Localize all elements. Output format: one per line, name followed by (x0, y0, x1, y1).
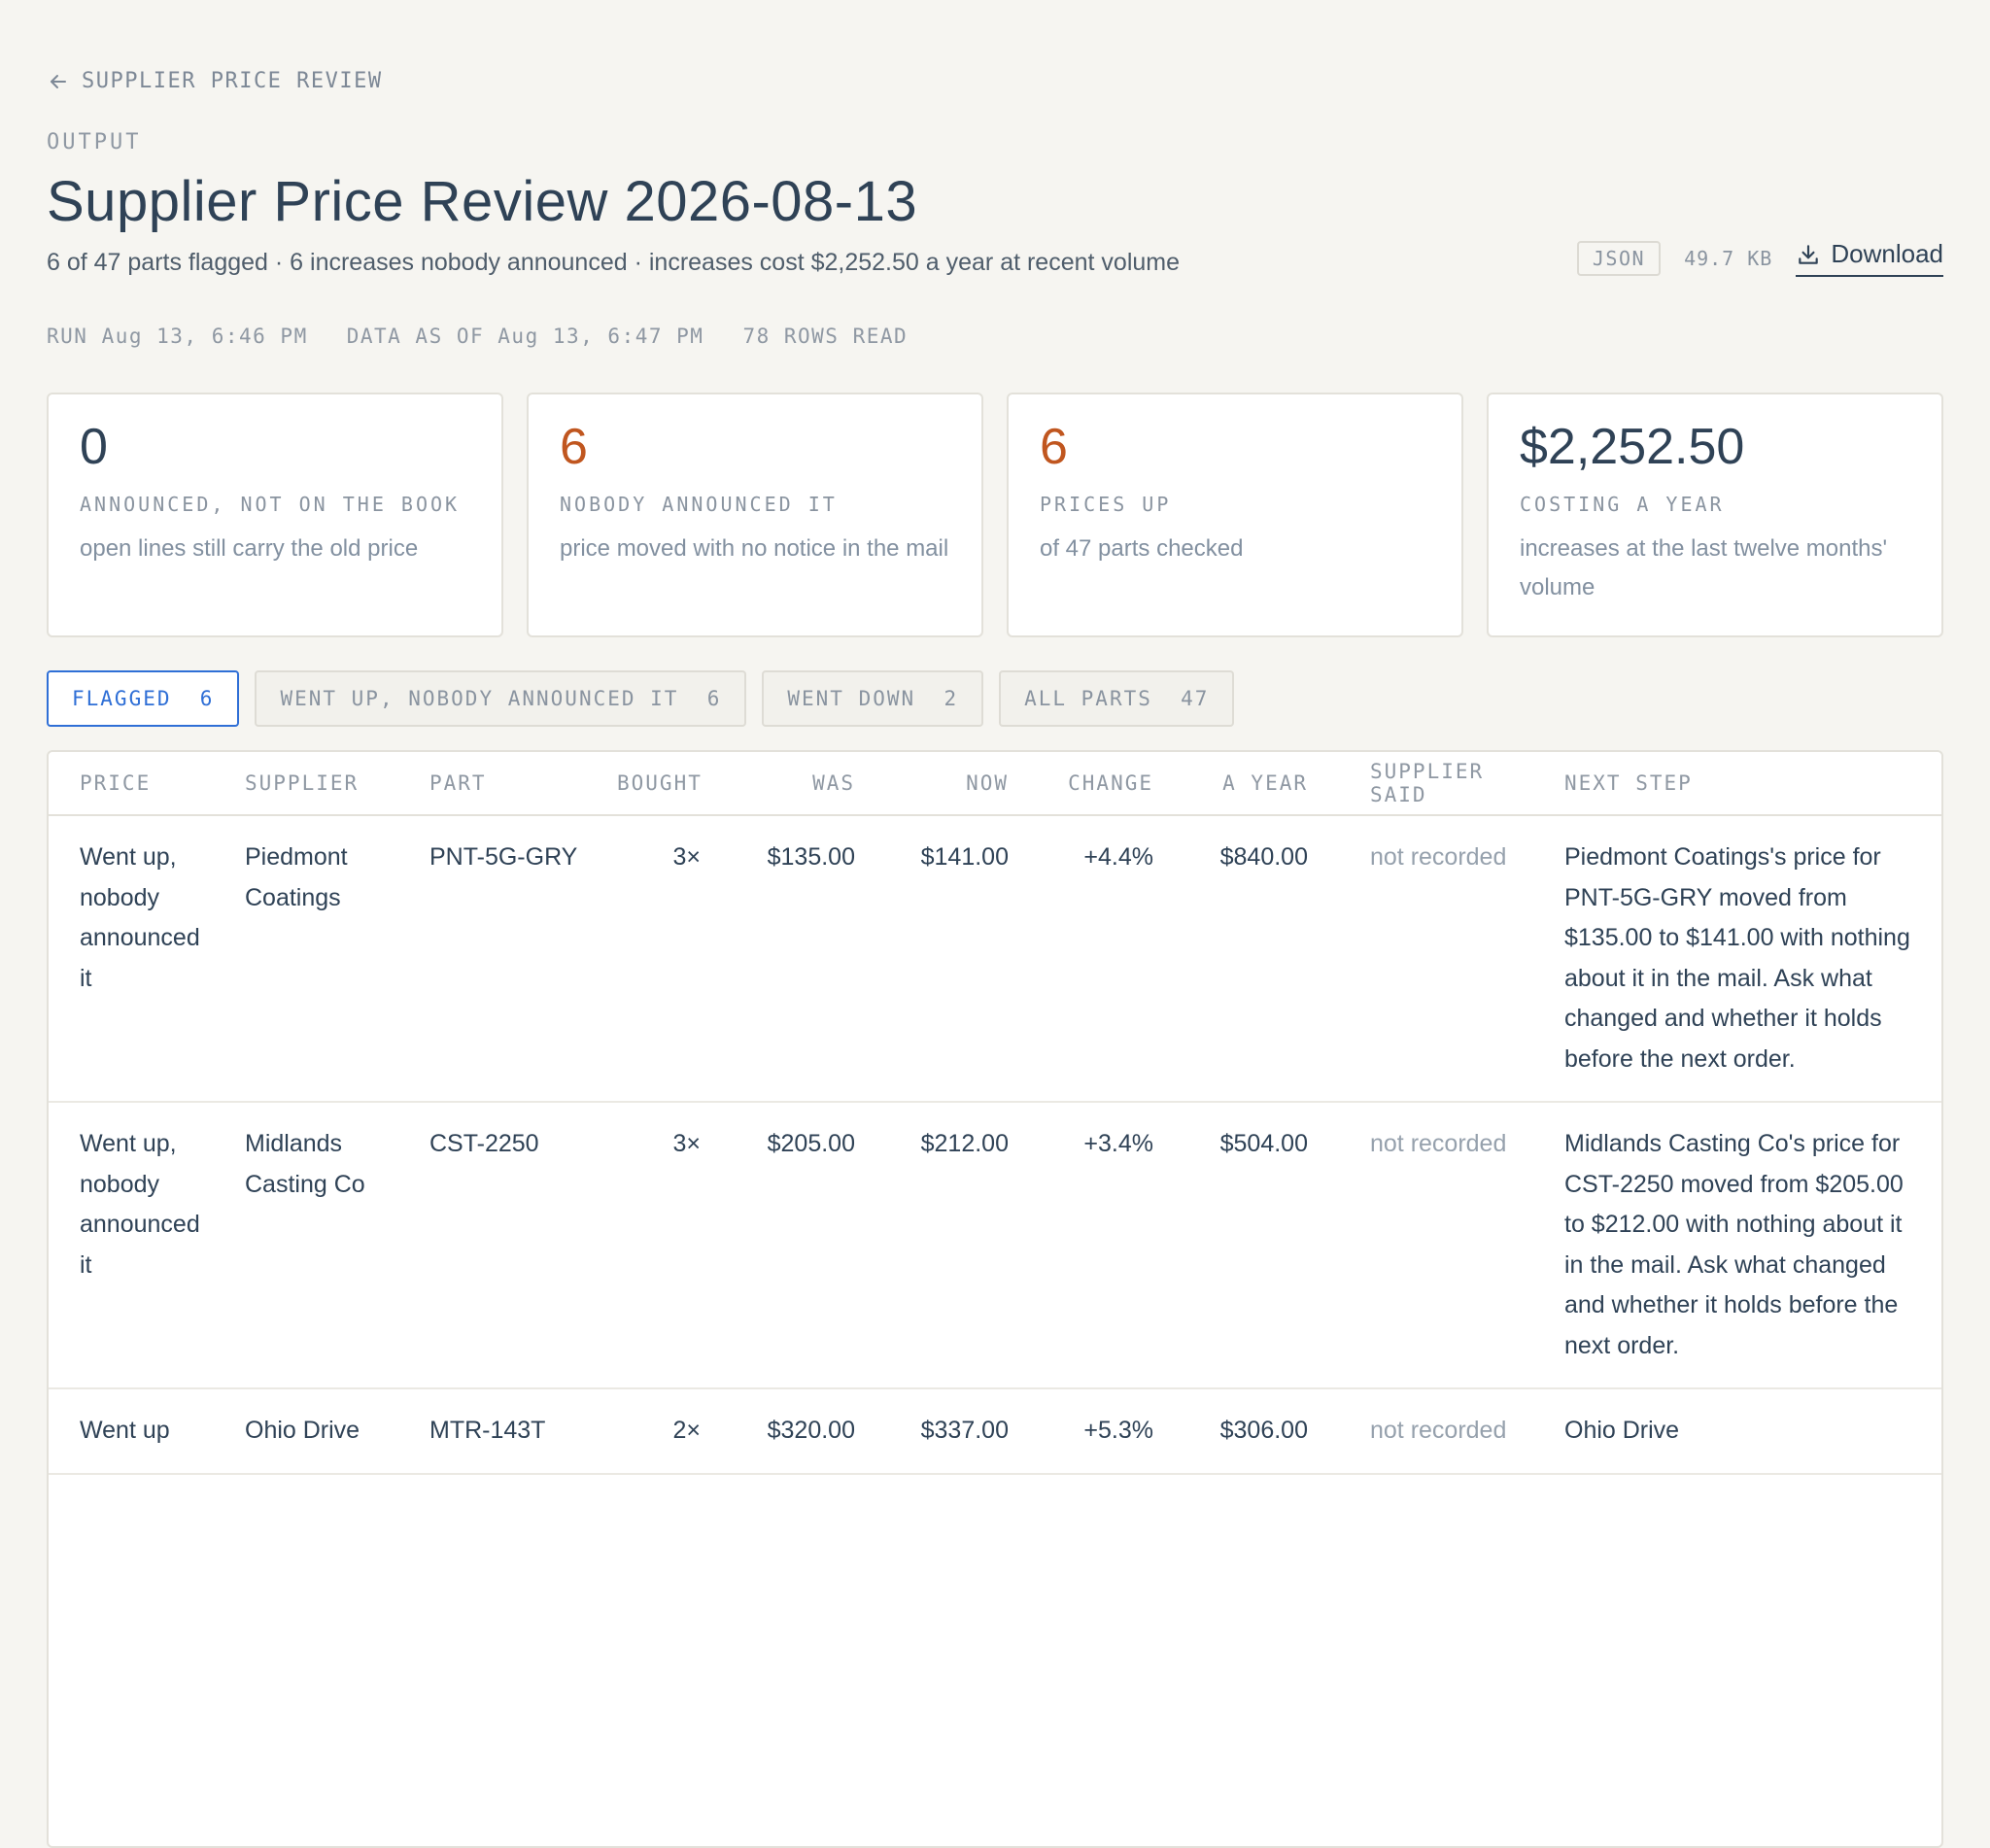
cell-price: Went up, nobody announced it (49, 1102, 214, 1389)
table-row[interactable]: Went up, nobody announced it Piedmont Co… (49, 815, 1941, 1103)
cell-now: $212.00 (855, 1102, 1009, 1389)
filter-flagged[interactable]: FLAGGED 6 (47, 670, 240, 727)
column-header[interactable]: NOW (855, 752, 1009, 816)
results-table: PRICE SUPPLIER PART BOUGHT WAS NOW CHANG… (47, 750, 1943, 1848)
cell-year: $306.00 (1153, 1388, 1308, 1475)
column-header[interactable]: WAS (701, 752, 855, 816)
cell-bought: 3× (617, 815, 701, 1103)
cell-change: +4.4% (1009, 815, 1153, 1103)
rows-read: 78 ROWS READ (742, 325, 909, 348)
column-header[interactable]: SUPPLIER SAID (1308, 752, 1533, 816)
download-icon (1799, 244, 1819, 264)
cell-supplier: Midlands Casting Co (214, 1102, 398, 1389)
arrow-left-icon (51, 74, 66, 88)
cell-supplier: Piedmont Coatings (214, 815, 398, 1103)
back-link[interactable]: SUPPLIER PRICE REVIEW (47, 69, 383, 93)
stat-label: NOBODY ANNOUNCED IT (560, 493, 838, 517)
column-header[interactable]: PART (398, 752, 617, 816)
cell-was: $135.00 (701, 815, 855, 1103)
page-eyebrow: OUTPUT (47, 130, 142, 154)
file-info: JSON 49.7 KB Download (1576, 239, 1943, 277)
stat-description: of 47 parts checked (1040, 535, 1244, 563)
cell-supplier: Ohio Drive (214, 1388, 398, 1475)
cell-was: $320.00 (701, 1388, 855, 1475)
stat-description: open lines still carry the old price (80, 535, 419, 563)
column-header[interactable]: PRICE (49, 752, 214, 816)
data-as-of: DATA AS OF Aug 13, 6:47 PM (346, 325, 704, 348)
filter-tabs: FLAGGED 6 WENT UP, NOBODY ANNOUNCED IT 6… (47, 670, 1235, 727)
column-header[interactable]: A YEAR (1153, 752, 1308, 816)
download-label: Download (1831, 239, 1943, 268)
cell-supplier-said: not recorded (1308, 1388, 1533, 1475)
format-badge: JSON (1576, 240, 1662, 276)
cell-year: $840.00 (1153, 815, 1308, 1103)
cell-now: $337.00 (855, 1388, 1009, 1475)
cell-bought: 2× (617, 1388, 701, 1475)
cell-change: +5.3% (1009, 1388, 1153, 1475)
stat-label: COSTING A YEAR (1520, 493, 1725, 517)
cell-supplier-said: not recorded (1308, 815, 1533, 1103)
download-button[interactable]: Download (1796, 239, 1943, 277)
cell-was: $205.00 (701, 1102, 855, 1389)
cell-part: PNT-5G-GRY (398, 815, 617, 1103)
cell-part: CST-2250 (398, 1102, 617, 1389)
page-title: Supplier Price Review 2026-08-13 (47, 170, 918, 233)
run-time: RUN Aug 13, 6:46 PM (47, 325, 308, 348)
stat-card-announced: 0 ANNOUNCED, NOT ON THE BOOK open lines … (47, 393, 503, 637)
stat-label: ANNOUNCED, NOT ON THE BOOK (80, 493, 461, 517)
stat-card-yearly-cost: $2,252.50 COSTING A YEAR increases at th… (1487, 393, 1943, 637)
stat-card-prices-up: 6 PRICES UP of 47 parts checked (1007, 393, 1463, 637)
filter-unannounced[interactable]: WENT UP, NOBODY ANNOUNCED IT 6 (255, 670, 747, 727)
table-row[interactable]: Went up Ohio Drive MTR-143T 2× $320.00 $… (49, 1388, 1941, 1475)
column-header[interactable]: BOUGHT (617, 752, 701, 816)
stat-label: PRICES UP (1040, 493, 1172, 517)
column-header[interactable]: SUPPLIER (214, 752, 398, 816)
run-meta: RUN Aug 13, 6:46 PM DATA AS OF Aug 13, 6… (47, 325, 908, 348)
cell-part: MTR-143T (398, 1388, 617, 1475)
stat-value: 0 (80, 419, 108, 475)
cell-next-step: Piedmont Coatings's price for PNT-5G-GRY… (1533, 815, 1941, 1103)
cell-price: Went up, nobody announced it (49, 815, 214, 1103)
stat-value: 6 (560, 419, 588, 475)
cell-year: $504.00 (1153, 1102, 1308, 1389)
column-header[interactable]: CHANGE (1009, 752, 1153, 816)
filter-all-parts[interactable]: ALL PARTS 47 (999, 670, 1235, 727)
cell-bought: 3× (617, 1102, 701, 1389)
cell-change: +3.4% (1009, 1102, 1153, 1389)
stat-card-unannounced: 6 NOBODY ANNOUNCED IT price moved with n… (527, 393, 983, 637)
stat-value: 6 (1040, 419, 1068, 475)
cell-now: $141.00 (855, 815, 1009, 1103)
summary-cards: 0 ANNOUNCED, NOT ON THE BOOK open lines … (47, 393, 1943, 637)
table-header-row: PRICE SUPPLIER PART BOUGHT WAS NOW CHANG… (49, 752, 1941, 816)
filter-went-down[interactable]: WENT DOWN 2 (762, 670, 984, 727)
back-link-label: SUPPLIER PRICE REVIEW (82, 69, 383, 93)
cell-price: Went up (49, 1388, 214, 1475)
page-summary: 6 of 47 parts flagged · 6 increases nobo… (47, 249, 1181, 276)
file-size: 49.7 KB (1684, 246, 1773, 270)
stat-description: increases at the last twelve months' vol… (1520, 535, 1888, 601)
cell-next-step: Ohio Drive (1533, 1388, 1941, 1475)
cell-next-step: Midlands Casting Co's price for CST-2250… (1533, 1102, 1941, 1389)
cell-supplier-said: not recorded (1308, 1102, 1533, 1389)
column-header[interactable]: NEXT STEP (1533, 752, 1941, 816)
stat-description: price moved with no notice in the mail (560, 535, 949, 563)
stat-value: $2,252.50 (1520, 419, 1745, 475)
table-row[interactable]: Went up, nobody announced it Midlands Ca… (49, 1102, 1941, 1389)
